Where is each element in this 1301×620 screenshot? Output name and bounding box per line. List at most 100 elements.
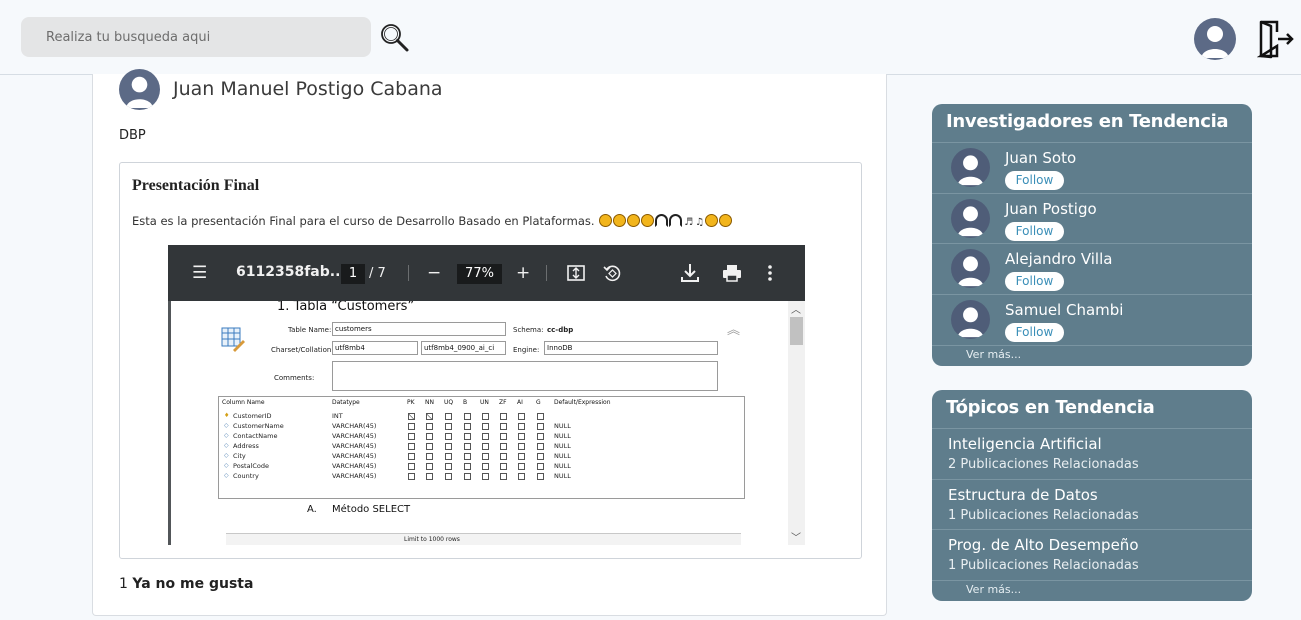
grid-cell-name: Address — [233, 442, 259, 450]
grid-cell-type: VARCHAR(45) — [332, 422, 377, 430]
column-dot-icon: ◇ — [224, 462, 229, 469]
search-icon[interactable] — [378, 21, 410, 53]
zoom-in-icon[interactable]: + — [516, 263, 530, 283]
grid-checkbox — [464, 473, 471, 480]
trending-researchers-panel: Investigadores en Tendencia Juan Soto Fol… — [932, 104, 1252, 366]
topic-item[interactable]: Estructura de Datos 1 Publicaciones Relac… — [932, 478, 1252, 530]
pdf-zoom-input[interactable]: 77% — [457, 264, 502, 284]
user-avatar-icon[interactable] — [1194, 18, 1236, 60]
grid-checkbox — [408, 443, 415, 450]
follow-button[interactable]: Follow — [1005, 221, 1064, 241]
headphones-emoji-icon — [669, 214, 683, 227]
grid-cell-default: NULL — [554, 432, 571, 440]
publication-title: Presentación Final — [132, 177, 260, 194]
researcher-avatar-icon[interactable] — [951, 198, 990, 238]
column-dot-icon: ◇ — [224, 472, 229, 479]
topic-name[interactable]: Prog. de Alto Desempeño — [948, 536, 1139, 554]
grid-checkbox — [482, 413, 489, 420]
grid-checkbox — [426, 463, 433, 470]
grid-checkbox — [426, 423, 433, 430]
unlike-button[interactable]: Ya no me gusta — [132, 576, 253, 592]
pdf-toolbar: ☰ 6112358fab... 1 / 7 − 77% + — [168, 245, 805, 301]
topic-item[interactable]: Inteligencia Artificial 2 Publicaciones R… — [932, 428, 1252, 479]
grid-checkbox — [500, 443, 507, 450]
likes-count: 1 — [119, 576, 128, 592]
music-note-icon: ♬ — [684, 217, 694, 228]
grid-header: G — [536, 399, 541, 406]
sunglasses-emoji-icon — [613, 214, 627, 227]
pdf-page-input[interactable]: 1 — [341, 264, 365, 284]
scroll-up-icon[interactable]: ︿ — [791, 301, 801, 316]
grid-cell-name: City — [233, 452, 246, 460]
grid-checkbox — [408, 473, 415, 480]
pdf-viewer[interactable]: ☰ 6112358fab... 1 / 7 − 77% + 1. Tabla “… — [168, 245, 805, 545]
doc-columns-grid: Column Name Datatype PK NN UQ B UN ZF AI… — [218, 396, 745, 499]
grid-header: NN — [425, 399, 434, 406]
table-icon — [221, 326, 246, 353]
scroll-thumb[interactable] — [790, 317, 803, 345]
post-card: Juan Manuel Postigo Cabana DBP Presentac… — [92, 69, 887, 616]
doc-charset-label: Charset/Collation: — [271, 346, 334, 354]
researcher-avatar-icon[interactable] — [951, 148, 990, 187]
doc-engine-value: InnoDB — [544, 341, 718, 355]
topics-more-link[interactable]: Ver más... — [966, 583, 1021, 596]
trending-topics-panel: Tópicos en Tendencia Inteligencia Artifi… — [932, 390, 1252, 601]
grid-checkbox — [500, 473, 507, 480]
grid-checkbox — [537, 433, 544, 440]
menu-icon[interactable]: ☰ — [192, 263, 207, 283]
grid-checkbox — [445, 413, 452, 420]
grid-checkbox — [426, 413, 433, 420]
grid-row: ◇ City VARCHAR(45) NULL — [219, 452, 744, 462]
researcher-name[interactable]: Samuel Chambi — [1005, 301, 1123, 319]
download-icon[interactable] — [679, 262, 701, 289]
doc-comments-field — [332, 361, 718, 391]
doc-heading: 1. Tabla “Customers” — [277, 301, 415, 314]
researcher-avatar-icon[interactable] — [951, 249, 990, 289]
topic-item[interactable]: Prog. de Alto Desempeño 1 Publicaciones R… — [932, 529, 1252, 580]
doc-schema-value: cc-dbp — [547, 326, 574, 334]
researcher-name[interactable]: Alejandro Villa — [1005, 250, 1112, 268]
pdf-scrollbar[interactable]: ︿ ﹀ — [788, 301, 805, 545]
scroll-down-icon[interactable]: ﹀ — [791, 529, 801, 544]
print-icon[interactable] — [721, 262, 743, 289]
grid-checkbox — [426, 453, 433, 460]
post-author[interactable]: Juan Manuel Postigo Cabana — [173, 78, 443, 100]
grid-checkbox — [500, 463, 507, 470]
grid-cell-type: INT — [332, 412, 343, 420]
follow-button[interactable]: Follow — [1005, 272, 1064, 292]
doc-comments-label: Comments: — [274, 374, 315, 382]
grid-checkbox — [408, 423, 415, 430]
logout-icon[interactable] — [1256, 19, 1295, 59]
fit-page-icon[interactable] — [566, 263, 586, 288]
researcher-name[interactable]: Juan Postigo — [1005, 200, 1097, 218]
grid-cell-default: NULL — [554, 442, 571, 450]
researchers-more-row: Ver más... — [932, 345, 1252, 366]
pdf-filename: 6112358fab... — [236, 264, 346, 280]
researchers-more-link[interactable]: Ver más... — [966, 348, 1021, 361]
trending-topics-title: Tópicos en Tendencia — [946, 397, 1155, 418]
grid-checkbox — [464, 433, 471, 440]
pdf-total-pages: / 7 — [369, 266, 386, 281]
grid-checkbox — [537, 463, 544, 470]
more-options-icon[interactable] — [766, 262, 774, 289]
trending-researchers-title: Investigadores en Tendencia — [946, 111, 1229, 132]
follow-button[interactable]: Follow — [1005, 171, 1064, 190]
grid-header: UN — [480, 399, 489, 406]
top-bar — [0, 0, 1301, 75]
search-input[interactable] — [21, 17, 371, 57]
grid-checkbox — [518, 433, 525, 440]
researcher-item: Samuel Chambi Follow — [932, 294, 1252, 345]
rotate-icon[interactable] — [602, 263, 622, 288]
grid-checkbox — [518, 443, 525, 450]
zoom-out-icon[interactable]: − — [427, 263, 441, 283]
topic-name[interactable]: Estructura de Datos — [948, 486, 1098, 504]
grid-header: Datatype — [332, 399, 360, 406]
grid-cell-name: CustomerID — [233, 412, 272, 420]
grid-checkbox — [482, 443, 489, 450]
topic-name[interactable]: Inteligencia Artificial — [948, 435, 1102, 453]
author-avatar-icon[interactable] — [119, 69, 160, 110]
follow-button[interactable]: Follow — [1005, 323, 1064, 343]
researcher-avatar-icon[interactable] — [951, 300, 990, 340]
grid-checkbox — [500, 423, 507, 430]
researcher-name[interactable]: Juan Soto — [1005, 149, 1076, 167]
